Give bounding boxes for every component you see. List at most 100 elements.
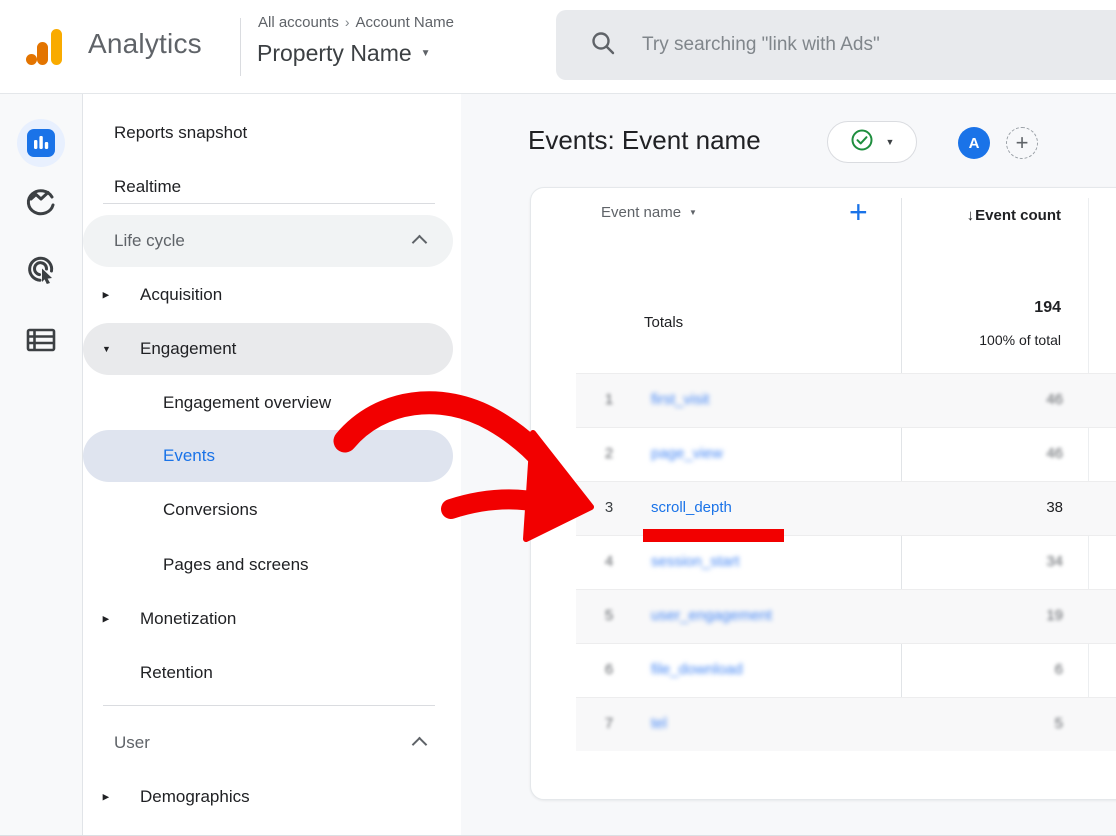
- library-nav-icon[interactable]: [24, 323, 58, 357]
- explore-nav-icon[interactable]: [24, 185, 58, 219]
- property-selector[interactable]: Property Name ▼: [257, 40, 431, 67]
- event-count-value: 34: [1046, 535, 1063, 589]
- expand-right-icon[interactable]: ▶: [103, 290, 110, 299]
- sidebar-item-monetization[interactable]: ▶ Monetization: [83, 593, 453, 645]
- chevron-up-icon: [412, 737, 428, 753]
- event-count-value: 19: [1046, 589, 1063, 643]
- breadcrumb-account-name[interactable]: Account Name: [356, 14, 454, 31]
- metric-column-label: Event count: [975, 207, 1061, 224]
- sidebar-item-label: Retention: [140, 663, 213, 683]
- sidebar-divider: [103, 203, 435, 204]
- events-report-card: Event name ▼ + ↓ Event count Totals 194 …: [530, 187, 1116, 800]
- reports-sidebar: Reports snapshot Realtime Life cycle ▶ A…: [83, 94, 461, 836]
- expand-down-icon[interactable]: ▼: [102, 344, 111, 354]
- sidebar-item-label: Demographics: [140, 787, 250, 807]
- sidebar-item-conversions[interactable]: Conversions: [83, 484, 453, 536]
- chevron-down-icon: ▼: [886, 137, 895, 147]
- row-index: 2: [597, 427, 621, 481]
- sidebar-item-demographics[interactable]: ▶ Demographics: [83, 771, 453, 823]
- metric-column-header[interactable]: ↓ Event count: [967, 207, 1061, 224]
- table-row: 7 tel 5: [531, 697, 1116, 751]
- check-circle-icon: [850, 128, 874, 157]
- app-window: Analytics All accounts › Account Name Pr…: [0, 0, 1116, 836]
- search-placeholder: Try searching "link with Ads": [642, 34, 880, 56]
- event-count-value: 38: [1046, 481, 1063, 535]
- event-name-link[interactable]: scroll_depth: [651, 481, 732, 535]
- event-name-link[interactable]: file_download: [651, 643, 743, 697]
- sidebar-item-engagement-overview[interactable]: Engagement overview: [83, 377, 453, 429]
- events-table-body: 1 first_visit 46 2 page_view 46 3 scroll…: [531, 373, 1116, 751]
- breadcrumb-chevron-icon: ›: [345, 14, 350, 30]
- event-count-value: 6: [1055, 643, 1063, 697]
- dimension-column-header[interactable]: Event name ▼: [601, 204, 697, 221]
- table-row: 4 session_start 34: [531, 535, 1116, 589]
- reports-nav-icon[interactable]: [17, 119, 65, 167]
- add-column-button[interactable]: +: [849, 192, 868, 232]
- event-count-value: 46: [1046, 427, 1063, 481]
- avatar[interactable]: A: [958, 127, 990, 159]
- event-count-value: 46: [1046, 373, 1063, 427]
- row-index: 1: [597, 373, 621, 427]
- advertising-nav-icon[interactable]: [24, 252, 58, 286]
- add-account-button[interactable]: +: [1006, 127, 1038, 159]
- table-row: 5 user_engagement 19: [531, 589, 1116, 643]
- google-analytics-logo-icon[interactable]: [24, 27, 64, 67]
- sidebar-section-label: User: [114, 733, 150, 753]
- sidebar-item-reports-snapshot[interactable]: Reports snapshot: [83, 107, 453, 159]
- left-icon-rail: [0, 94, 83, 836]
- table-row: 2 page_view 46: [531, 427, 1116, 481]
- row-index: 4: [597, 535, 621, 589]
- sort-descending-icon: ↓: [967, 207, 975, 224]
- sidebar-item-label: Engagement overview: [163, 393, 331, 413]
- sidebar-item-engagement[interactable]: ▼ Engagement: [83, 323, 453, 375]
- sidebar-item-label: Conversions: [163, 500, 258, 520]
- sidebar-section-user[interactable]: User: [83, 717, 453, 769]
- row-index: 3: [597, 481, 621, 535]
- sidebar-item-label: Engagement: [140, 339, 236, 359]
- table-row-scroll-depth: 3 scroll_depth 38: [531, 481, 1116, 535]
- search-input[interactable]: Try searching "link with Ads": [556, 10, 1116, 80]
- sidebar-item-pages-and-screens[interactable]: Pages and screens: [83, 539, 453, 591]
- breadcrumb-all-accounts[interactable]: All accounts: [258, 14, 339, 31]
- event-name-link[interactable]: page_view: [651, 427, 723, 481]
- sidebar-section-life-cycle[interactable]: Life cycle: [83, 215, 453, 267]
- sidebar-item-label: Acquisition: [140, 285, 222, 305]
- breadcrumb: All accounts › Account Name: [258, 14, 454, 31]
- chevron-up-icon: [412, 235, 428, 251]
- event-name-link[interactable]: first_visit: [651, 373, 709, 427]
- event-name-link[interactable]: user_engagement: [651, 589, 772, 643]
- property-name-label: Property Name: [257, 40, 412, 67]
- sidebar-section-label: Life cycle: [114, 231, 185, 251]
- row-index: 6: [597, 643, 621, 697]
- table-row: 6 file_download 6: [531, 643, 1116, 697]
- row-index: 7: [597, 697, 621, 751]
- event-count-value: 5: [1055, 697, 1063, 751]
- dimension-column-label: Event name: [601, 204, 681, 221]
- totals-label: Totals: [644, 314, 683, 331]
- product-name: Analytics: [88, 28, 202, 60]
- sidebar-divider: [103, 705, 435, 706]
- header-divider: [240, 18, 241, 76]
- expand-right-icon[interactable]: ▶: [103, 614, 110, 623]
- sidebar-item-label: Reports snapshot: [114, 123, 247, 143]
- sidebar-item-realtime[interactable]: Realtime: [83, 161, 453, 213]
- sidebar-item-label: Events: [163, 446, 215, 466]
- expand-right-icon[interactable]: ▶: [103, 792, 110, 801]
- top-header: Analytics All accounts › Account Name Pr…: [0, 0, 1116, 94]
- sidebar-item-events[interactable]: Events: [83, 430, 453, 482]
- totals-share: 100% of total: [979, 332, 1061, 348]
- sidebar-item-label: Pages and screens: [163, 555, 309, 575]
- totals-value: 194: [1034, 299, 1061, 317]
- sidebar-item-acquisition[interactable]: ▶ Acquisition: [83, 269, 453, 321]
- sidebar-item-retention[interactable]: Retention: [83, 647, 453, 699]
- red-underline-annotation: [643, 529, 784, 542]
- sidebar-item-label: Realtime: [114, 177, 181, 197]
- event-name-link[interactable]: session_start: [651, 535, 739, 589]
- data-quality-dropdown[interactable]: ▼: [827, 121, 917, 163]
- row-index: 5: [597, 589, 621, 643]
- event-name-link[interactable]: tel: [651, 697, 667, 751]
- chevron-down-icon: ▼: [421, 48, 431, 59]
- chevron-down-icon: ▼: [689, 208, 697, 217]
- table-row: 1 first_visit 46: [531, 373, 1116, 427]
- search-icon: [590, 30, 616, 61]
